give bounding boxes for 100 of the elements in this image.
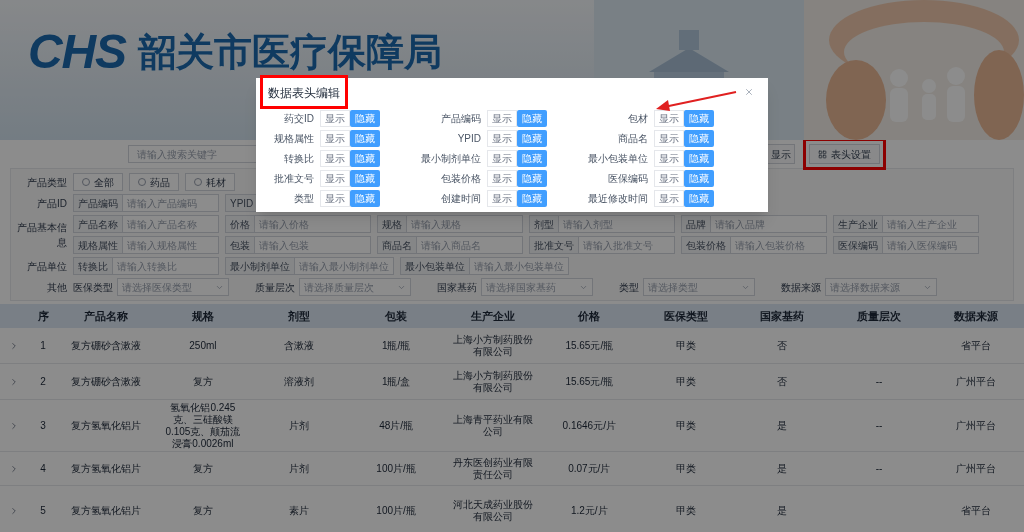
- column-settings-button[interactable]: 表头设置: [809, 144, 880, 164]
- field-label: 规格属性: [74, 237, 123, 253]
- filter-label: 产品基本信息: [16, 220, 67, 250]
- table-cell-text: 是: [776, 462, 789, 475]
- table-cell-text: 广州平台: [954, 462, 997, 475]
- toggle-option[interactable]: 显示: [487, 110, 517, 127]
- field-label: 最小制剂单位: [226, 258, 295, 274]
- column-name: 类型: [294, 192, 314, 206]
- radio-option[interactable]: 耗材: [185, 173, 235, 191]
- column-header: 数据来源: [952, 308, 999, 324]
- table-cell-text: 100片/瓶: [375, 462, 417, 475]
- field-label: 规格: [378, 216, 407, 232]
- toggle-option[interactable]: 显示: [487, 170, 517, 187]
- table-cell-text: 片剂: [288, 462, 311, 475]
- column-header: 质量层次: [856, 308, 903, 324]
- chevron-right-icon: [9, 376, 19, 387]
- field-label: 生产企业: [834, 216, 883, 232]
- toggle-option[interactable]: 显示: [320, 170, 350, 187]
- toggle-option[interactable]: 隐藏: [350, 110, 380, 127]
- table-cell-text: 复方: [191, 462, 214, 475]
- toggle-option[interactable]: 显示: [320, 130, 350, 147]
- toggle-option[interactable]: 显示: [654, 190, 684, 207]
- toggle-option[interactable]: 显示: [320, 150, 350, 167]
- toggle-option[interactable]: 隐藏: [684, 150, 714, 167]
- toggle-option[interactable]: 隐藏: [350, 150, 380, 167]
- table-cell-text: 省平台: [959, 504, 992, 517]
- table-cell-text: 48片/瓶: [378, 419, 415, 432]
- toggle-option[interactable]: 隐藏: [517, 130, 547, 147]
- toggle-option[interactable]: 显示: [320, 110, 350, 127]
- table-cell-text: 溶液剂: [283, 375, 316, 388]
- column-name: 批准文号: [274, 172, 314, 186]
- column-header: 国家基药: [759, 308, 806, 324]
- toggle-option[interactable]: 显示: [487, 190, 517, 207]
- field-label: 包装: [226, 237, 255, 253]
- table-cell-text: 1: [39, 339, 47, 352]
- table-cell-text: 3: [39, 419, 47, 432]
- table-cell-text: 片剂: [288, 419, 311, 432]
- table-cell-text: 4: [39, 462, 47, 475]
- filter-label: 产品类型: [26, 175, 67, 190]
- column-name: 最小制剂单位: [421, 152, 481, 166]
- chevron-right-icon: [9, 420, 19, 431]
- toggle-option[interactable]: 隐藏: [684, 130, 714, 147]
- toggle-option[interactable]: 显示: [654, 130, 684, 147]
- chevron-right-icon: [9, 505, 19, 516]
- toggle-option[interactable]: 隐藏: [517, 190, 547, 207]
- toggle-option[interactable]: 显示: [654, 110, 684, 127]
- table-cell-text: 100片/瓶: [375, 504, 417, 517]
- toggle-option[interactable]: 显示: [487, 150, 517, 167]
- table-cell-text: 2: [39, 375, 47, 388]
- table-cell-text: 15.65元/瓶: [564, 339, 615, 352]
- field-label: 医保编码: [834, 237, 883, 253]
- table-cell-text: 复方硼砂含漱液: [70, 339, 143, 352]
- toggle-option[interactable]: 隐藏: [684, 190, 714, 207]
- toggle-option[interactable]: 显示: [654, 170, 684, 187]
- toggle-option[interactable]: 隐藏: [684, 170, 714, 187]
- toggle-option[interactable]: 隐藏: [517, 170, 547, 187]
- toggle-option[interactable]: 隐藏: [517, 150, 547, 167]
- table-cell-text: 广州平台: [954, 419, 997, 432]
- field-label: YPID: [226, 195, 259, 211]
- table-cell-text: 0.1646元/片: [561, 419, 617, 432]
- filter-label: 产品单位: [26, 259, 67, 274]
- column-header: 医保类型: [662, 308, 709, 324]
- column-name: 规格属性: [274, 132, 314, 146]
- select-label: 类型: [619, 280, 639, 295]
- table-cell-text: 甲类: [674, 504, 697, 517]
- toggle-option[interactable]: 显示: [654, 150, 684, 167]
- toggle-option[interactable]: 隐藏: [350, 130, 380, 147]
- field-label: 包装价格: [682, 237, 731, 253]
- column-name: 包装价格: [441, 172, 481, 186]
- table-cell-text: 甲类: [674, 419, 697, 432]
- table-cell-text: 河北天成药业股份有限公司: [451, 498, 534, 523]
- column-header: 价格: [577, 308, 602, 324]
- toggle-option[interactable]: 显示: [487, 130, 517, 147]
- field-label: 价格: [226, 216, 255, 232]
- table-cell-text: 复方硼砂含漱液: [70, 375, 143, 388]
- table-cell-text: 否: [776, 375, 789, 388]
- table-cell-text: --: [874, 375, 884, 388]
- toggle-option[interactable]: 隐藏: [684, 110, 714, 127]
- toggle-option[interactable]: 隐藏: [350, 170, 380, 187]
- column-header: 序: [36, 308, 50, 324]
- toggle-option[interactable]: 隐藏: [517, 110, 547, 127]
- select-label: 国家基药: [437, 280, 477, 295]
- column-header: 规格: [190, 308, 215, 324]
- select-label: 医保类型: [73, 280, 113, 295]
- table-cell-text: 复方氢氧化铝片: [70, 419, 143, 432]
- toggle-option[interactable]: 显示: [320, 190, 350, 207]
- chevron-right-icon: [9, 463, 19, 474]
- table-cell-text: 上海小方制药股份有限公司: [451, 333, 534, 358]
- table-cell-text: 0.07元/片: [567, 462, 612, 475]
- radio-option[interactable]: 全部: [73, 173, 123, 191]
- field-label: 商品名: [378, 237, 417, 253]
- table-cell-text: 丹东医创药业有限责任公司: [451, 456, 534, 481]
- column-header: 生产企业: [469, 308, 516, 324]
- toggle-option[interactable]: 隐藏: [350, 190, 380, 207]
- close-icon[interactable]: [744, 87, 754, 97]
- radio-option[interactable]: 药品: [129, 173, 179, 191]
- column-name: YPID: [457, 132, 481, 146]
- table-cell-text: 复方氢氧化铝片: [70, 462, 143, 475]
- show-button[interactable]: 显示: [767, 144, 795, 164]
- column-name: 商品名: [618, 132, 648, 146]
